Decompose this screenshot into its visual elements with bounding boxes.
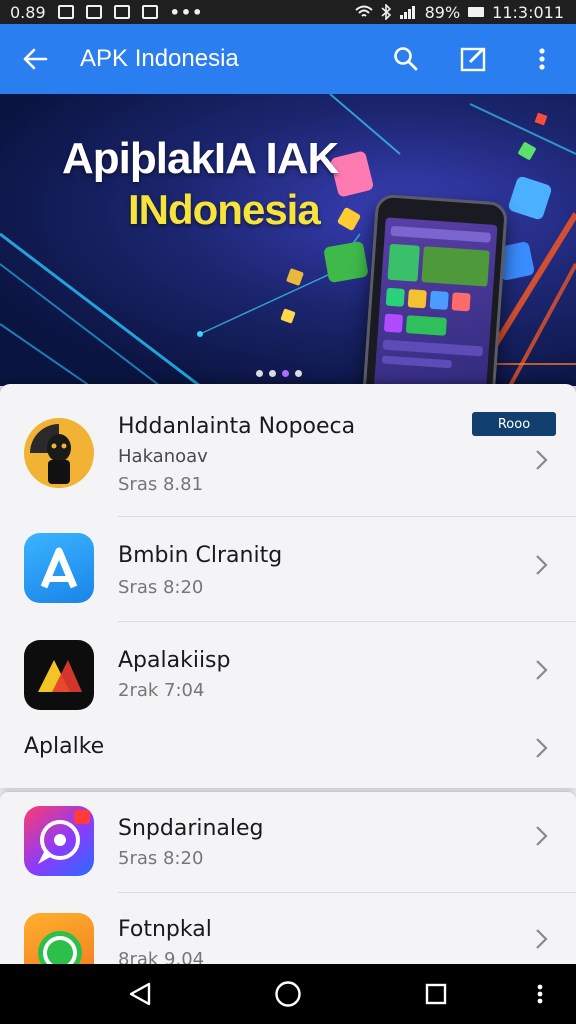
status-time-left: 0.89 [10,2,46,22]
section-row[interactable]: Aplalke [0,714,576,774]
banner-title-line1: ApiþlakIA IAK [62,134,339,183]
nav-more-button[interactable] [510,964,570,1024]
app-name: Snpdarinaleg [118,816,264,841]
app-meta: 5ras 8:20 [118,848,204,869]
phone-illustration [359,193,509,386]
edit-button[interactable] [440,24,508,94]
list-item[interactable]: Fotnpkal 8rak 9.04 [0,893,576,968]
chevron-right-icon [536,826,548,846]
list-item[interactable]: Snpdarinaleg 5ras 8:20 [0,792,576,892]
chevron-right-icon [536,450,548,470]
search-icon [394,47,418,71]
nav-recents-button[interactable] [406,964,466,1024]
list-item[interactable]: Hddanlainta Nopoeca Hakanoav Sras 8.81 R… [0,384,576,516]
status-bar: 0.89 ••• 89% 11:3:011 [0,0,576,24]
hacker-avatar-icon [24,418,94,488]
app-name: Hddanlainta Nopoeca [118,414,356,439]
back-button[interactable] [0,24,70,94]
signal-icon [399,6,415,19]
app-name: Apalakiisp [118,648,231,673]
chevron-right-icon [536,738,548,758]
chevron-right-icon [536,929,548,949]
chevron-right-icon [536,660,548,680]
chevron-right-icon [536,555,548,575]
page-indicator [256,370,302,377]
bluetooth-icon [381,4,391,20]
edit-icon [460,47,486,72]
list-item[interactable]: Bmbin Clranitg Sras 8:20 [0,517,576,621]
page-dot-3 [282,370,289,377]
page-dot-1 [256,370,263,377]
banner-title-line2: INdonesia [128,186,321,233]
app-meta: 2rak 7:04 [118,680,205,701]
back-arrow-icon [23,48,48,70]
more-dots-icon: ••• [169,2,204,22]
nav-back-button[interactable] [110,964,170,1024]
nav-home-button[interactable] [258,964,318,1024]
system-nav-bar [0,964,576,1024]
app-list-card-2: Snpdarinaleg 5ras 8:20 Fotnpkal 8rak 9.0… [0,792,576,968]
app-meta: Sras 8:20 [118,577,204,598]
status-clock: 11:3:011 [492,2,564,22]
notification-icon [57,5,74,19]
promo-banner[interactable]: ApiþlakIA IAK INdonesia [0,94,576,386]
app-name: Fotnpkal [118,917,212,942]
cast-icon [113,5,130,19]
whatsapp-like-icon [24,913,94,968]
more-vert-icon [539,48,545,70]
page-dot-2 [269,370,276,377]
wifi-icon [354,5,373,17]
more-options-button[interactable] [508,24,576,94]
app-list-card: Hddanlainta Nopoeca Hakanoav Sras 8.81 R… [0,384,576,788]
back-triangle-icon [129,982,151,1006]
app-subtitle: Hakanoav [118,446,208,467]
chat-bubble-icon [24,806,94,876]
battery-percent: 89% [424,2,461,22]
page-dot-4 [295,370,302,377]
home-circle-icon [275,981,301,1007]
more-vert-icon [537,984,543,1004]
a-logo-icon [24,533,94,603]
phone-screen [372,217,498,386]
sync-icon [141,5,158,19]
list-item[interactable]: Apalakiisp 2rak 7:04 [0,622,576,712]
recents-square-icon [425,983,447,1005]
app-meta: Sras 8.81 [118,474,204,495]
search-button[interactable] [372,24,440,94]
app-name: Bmbin Clranitg [118,543,283,568]
triangle-logo-icon [24,640,94,710]
page-title: APK Indonesia [80,45,239,72]
image-icon [85,5,102,19]
app-bar: APK Indonesia [0,24,576,94]
status-badge: Rooo [472,412,556,436]
battery-icon [468,7,485,17]
section-label: Aplalke [24,734,105,759]
